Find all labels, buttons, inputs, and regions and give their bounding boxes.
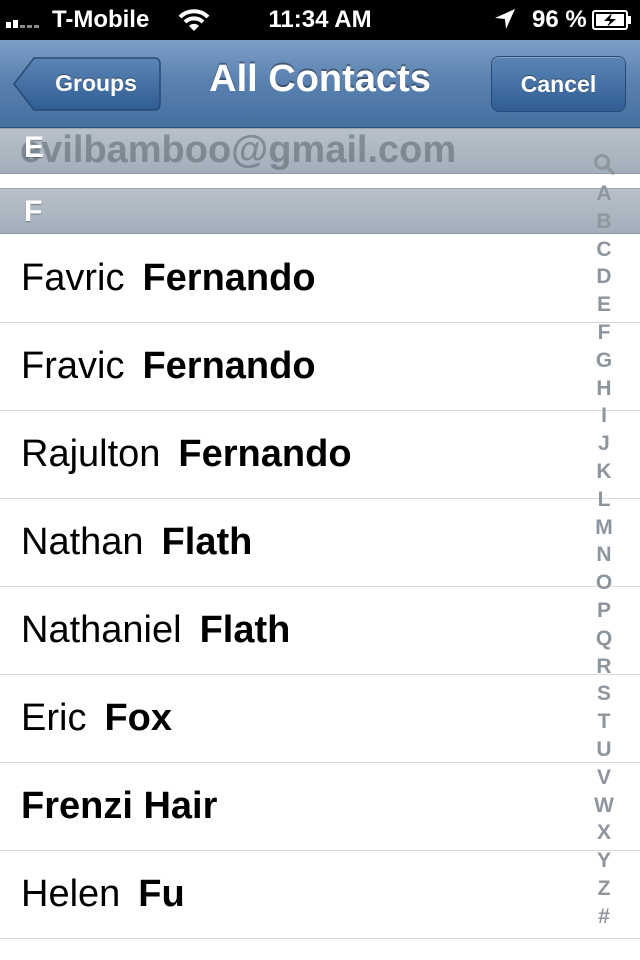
- index-letter-hash[interactable]: #: [586, 905, 622, 929]
- contact-row[interactable]: Fravic Fernando: [0, 323, 640, 411]
- contact-name: Favric Fernando: [21, 257, 316, 300]
- index-letter-z[interactable]: Z: [586, 877, 622, 901]
- battery-percent: 96 %: [532, 6, 587, 33]
- cancel-button[interactable]: Cancel: [491, 56, 626, 112]
- first-name: Nathaniel: [21, 609, 182, 651]
- contact-name: Fravic Fernando: [21, 345, 316, 388]
- index-letter-p[interactable]: P: [586, 599, 622, 623]
- index-letter-l[interactable]: L: [586, 488, 622, 512]
- first-name: Rajulton: [21, 433, 161, 475]
- contact-row[interactable]: Helen Fu: [0, 851, 640, 939]
- index-letter-c[interactable]: C: [586, 238, 622, 262]
- section-letter-f: F: [24, 195, 43, 228]
- index-letter-o[interactable]: O: [586, 571, 622, 595]
- index-letter-d[interactable]: D: [586, 265, 622, 289]
- index-letter-r[interactable]: R: [586, 655, 622, 679]
- section-header-e: evilbamboo@gmail.com E: [0, 128, 640, 174]
- contact-row[interactable]: Nathaniel Flath: [0, 587, 640, 675]
- index-letter-i[interactable]: I: [586, 404, 622, 428]
- last-name: Fernando: [142, 257, 316, 299]
- index-letter-q[interactable]: Q: [586, 627, 622, 651]
- last-name: Fox: [104, 697, 173, 739]
- contact-row[interactable]: Frenzi Hair: [0, 763, 640, 851]
- section-index[interactable]: A B C D E F G H I J K L M N O P Q R S T U V W X Y Z #: [586, 150, 622, 938]
- index-letter-a[interactable]: A: [586, 182, 622, 206]
- navigation-bar: Groups All Contacts Cancel: [0, 40, 640, 128]
- list-item-partial[interactable]: [0, 174, 640, 188]
- last-name: Fu: [138, 873, 185, 915]
- index-letter-s[interactable]: S: [586, 682, 622, 706]
- search-icon[interactable]: [593, 153, 615, 175]
- contact-row[interactable]: Rajulton Fernando: [0, 411, 640, 499]
- contact-name: Nathaniel Flath: [21, 609, 290, 652]
- contact-name: Nathan Flath: [21, 521, 252, 564]
- index-letter-t[interactable]: T: [586, 710, 622, 734]
- last-name: Flath: [199, 609, 291, 651]
- index-letter-n[interactable]: N: [586, 543, 622, 567]
- status-bar: T-Mobile 11:34 AM 96 %: [0, 0, 640, 40]
- index-letter-f[interactable]: F: [586, 321, 622, 345]
- last-name: Fernando: [178, 433, 352, 475]
- index-letter-e[interactable]: E: [586, 293, 622, 317]
- index-letter-g[interactable]: G: [586, 349, 622, 373]
- location-arrow-icon: [495, 9, 515, 29]
- contact-name: Eric Fox: [21, 697, 172, 740]
- index-letter-m[interactable]: M: [586, 516, 622, 540]
- index-letter-y[interactable]: Y: [586, 849, 622, 873]
- index-letter-j[interactable]: J: [586, 432, 622, 456]
- index-letter-v[interactable]: V: [586, 766, 622, 790]
- section-header-f: F: [0, 188, 640, 234]
- first-name: Eric: [21, 697, 87, 739]
- contact-name: Helen Fu: [21, 873, 185, 916]
- first-name: Nathan: [21, 521, 144, 563]
- company-name: Frenzi Hair: [21, 785, 218, 827]
- first-name: Fravic: [21, 345, 125, 387]
- last-name: Flath: [161, 521, 253, 563]
- contact-row[interactable]: Nathan Flath: [0, 499, 640, 587]
- index-letter-k[interactable]: K: [586, 460, 622, 484]
- contact-name: Rajulton Fernando: [21, 433, 352, 476]
- contact-row[interactable]: Favric Fernando: [0, 235, 640, 323]
- index-letter-h[interactable]: H: [586, 377, 622, 401]
- last-name: Fernando: [142, 345, 316, 387]
- first-name: Helen: [21, 873, 121, 915]
- contact-row[interactable]: Eric Fox: [0, 675, 640, 763]
- email-peek-text: evilbamboo@gmail.com: [20, 129, 457, 171]
- battery-charging-icon: [592, 10, 631, 30]
- index-letter-x[interactable]: X: [586, 821, 622, 845]
- index-letter-u[interactable]: U: [586, 738, 622, 762]
- section-letter-e: E: [24, 131, 45, 164]
- index-letter-b[interactable]: B: [586, 210, 622, 234]
- contact-name: Frenzi Hair: [21, 785, 217, 828]
- first-name: Favric: [21, 257, 125, 299]
- index-letter-w[interactable]: W: [586, 794, 622, 818]
